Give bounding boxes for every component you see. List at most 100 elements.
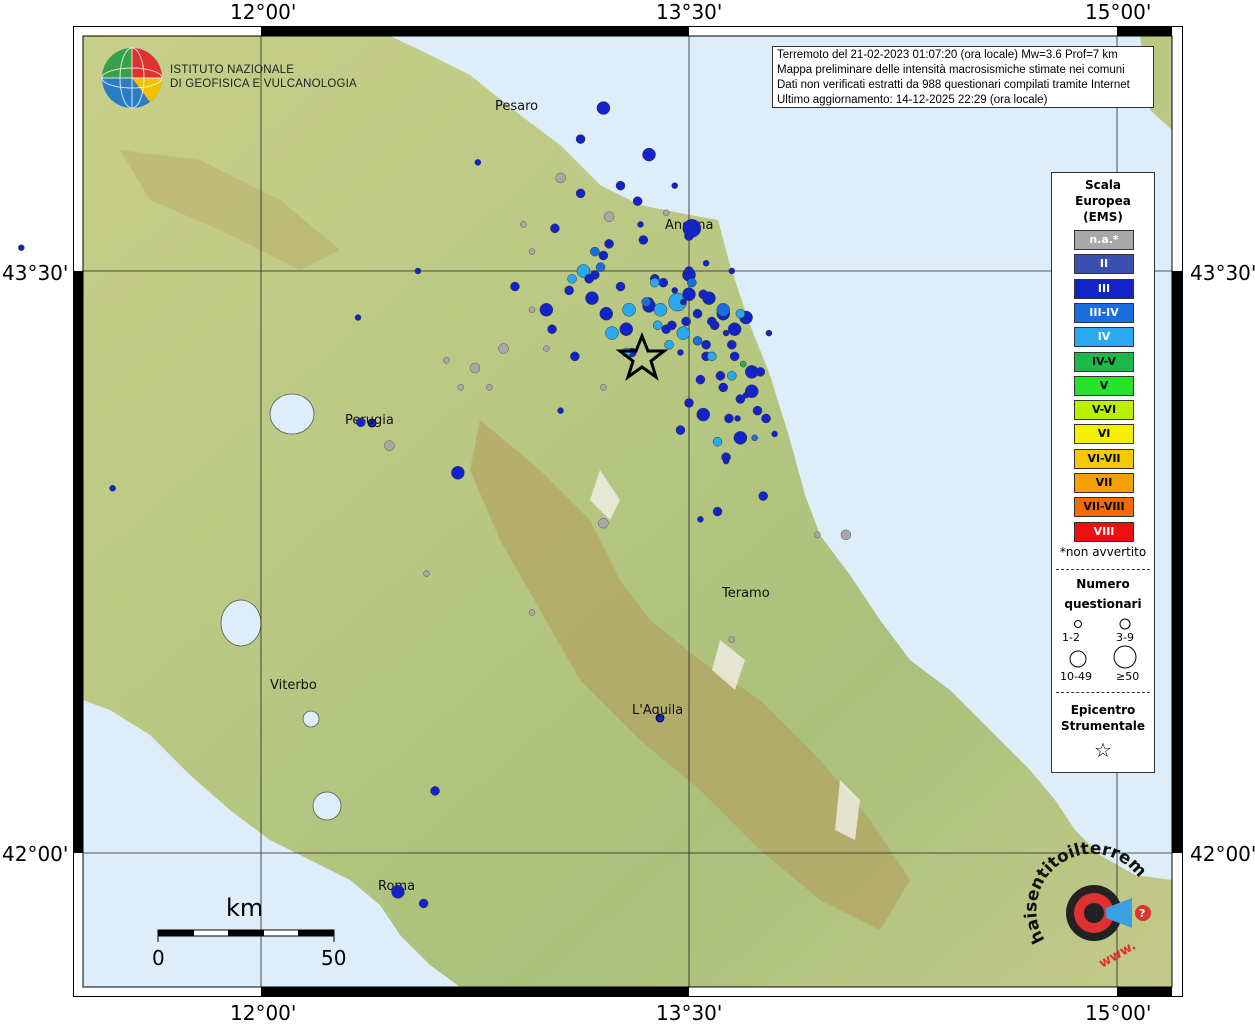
intensity-point [722,329,730,337]
intensity-point-na [469,362,481,374]
intensity-point [585,291,599,305]
star-icon: ☆ [1094,738,1112,762]
legend-title: Scala Europea (EMS) [1075,178,1131,224]
intensity-point [356,417,366,428]
intensity-point [718,382,728,393]
intensity-point [698,289,709,300]
intensity-point [653,303,668,317]
legend-swatch: IV [1074,327,1134,348]
intensity-point [727,339,737,350]
intensity-point [765,329,773,337]
intensity-point [550,223,560,234]
intensity-point-na [728,636,736,643]
intensity-point [598,250,609,261]
info-line: Mappa preliminare delle intensità macros… [777,64,1125,76]
intensity-point [712,436,723,447]
lat-label-right: 43°30' [1190,261,1255,285]
size-label: 1-2 [1062,631,1080,644]
scale-unit: km [226,894,263,922]
intensity-point-na [662,209,670,217]
intensity-point [584,274,594,284]
intensity-point [716,303,730,317]
ingv-logo-text: ISTITUTO NAZIONALE DI GEOFISICA E VULCAN… [170,64,357,90]
intensity-point [575,188,586,199]
legend-swatch: IV-V [1074,351,1134,372]
intensity-point [615,180,626,191]
intensity-point [430,786,440,796]
legend-swatch: III [1074,278,1134,299]
intensity-point [539,303,554,317]
intensity-point [751,434,758,442]
legend-swatch: n.a.* [1074,230,1134,250]
size-legend-title: Numero questionari [1064,577,1142,611]
legend-swatch: III-IV [1074,302,1134,323]
lat-label-left: 43°30' [2,261,69,285]
intensity-point [604,239,614,249]
intensity-point [675,425,686,435]
intensity-point [451,466,465,480]
intensity-point-na [423,570,430,577]
intensity-point-na [457,384,464,391]
intensity-point [707,351,717,362]
city-label: Teramo [721,586,770,601]
intensity-point [729,351,740,362]
legend: Scala Europea (EMS) n.a.* II III III-IV IV IV… [1051,172,1155,773]
intensity-point [547,324,557,334]
intensity-point [742,391,750,399]
intensity-point [109,485,116,492]
intensity-point [677,349,684,356]
intensity-point [752,405,763,416]
legend-swatch: V [1074,375,1134,396]
intensity-point [681,316,691,327]
intensity-point [650,277,660,288]
lake-bracciano [312,791,342,821]
lon-label-top: 15°00' [1085,0,1152,24]
lon-label-top: 13°30' [656,0,723,24]
lat-label-left: 42°00' [2,842,69,866]
intensity-point [671,287,678,294]
intensity-point-na [528,306,536,314]
intensity-point [739,360,747,368]
intensity-point [599,306,614,321]
intensity-point-na [543,345,550,352]
city-label: Pesaro [495,99,538,114]
lake-bolsena [220,599,262,647]
intensity-point [701,339,711,350]
intensity-point [664,339,674,350]
lon-label-bottom: 12°00' [230,1001,297,1025]
legend-note: *non avvertito [1059,545,1147,559]
intensity-point-na [598,517,609,529]
intensity-point [695,374,706,385]
city-label: L'Aquila [632,703,683,718]
info-line: Terremoto del 21-02-2023 01:07:20 (ora l… [777,49,1118,61]
scale-end: 50 [321,946,346,970]
intensity-point [652,320,663,331]
intensity-point [418,898,429,909]
intensity-point [658,277,669,288]
lon-label-top: 12°00' [230,0,297,24]
ingv-logo-icon [101,47,163,109]
intensity-point-na [603,211,615,222]
legend-swatch: VI-VII [1074,448,1134,469]
intensity-point [755,367,766,377]
intensity-point [671,182,678,189]
intensity-point-na [555,172,566,184]
intensity-point [638,235,649,245]
intensity-point [682,287,696,302]
info-line: Ultimo aggiornamento: 14-12-2025 22:29 (… [777,94,1048,106]
intensity-point [715,371,726,381]
intensity-point [619,322,633,336]
intensity-point [354,314,362,321]
legend-swatch: VII-VIII [1074,497,1134,518]
intensity-point [474,159,482,166]
intensity-point [557,407,564,414]
size-label: 3-9 [1116,631,1134,644]
intensity-point-na [840,529,852,541]
intensity-point [771,430,778,438]
intensity-point [680,298,687,306]
intensity-point [692,336,703,346]
city-label: Viterbo [270,678,317,693]
intensity-point [707,316,717,327]
lake-trasimeno [269,393,315,435]
lon-label-bottom: 13°30' [656,1001,723,1025]
